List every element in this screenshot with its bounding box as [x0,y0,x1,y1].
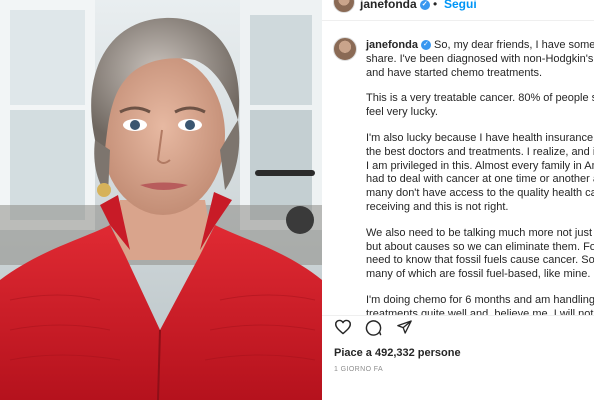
instagram-post: janefonda ✓ • Segui janefonda ✓ So, my dea… [0,0,594,400]
heart-icon[interactable] [334,319,352,335]
separator-dot: • [433,0,438,11]
caption-paragraph-5: I'm doing chemo for 6 months and am hand… [366,293,594,315]
likes-count[interactable]: Piace a 492,332 persone [334,347,461,359]
avatar[interactable] [333,0,355,13]
caption-paragraph-2: This is a very treatable cancer. 80% of … [366,92,594,119]
caption-paragraph-4: We also need to be talking much more not… [366,226,594,281]
verified-badge-icon: ✓ [419,0,430,10]
post-header: janefonda ✓ • Segui [322,0,594,21]
avatar[interactable] [333,37,357,61]
verified-badge-icon: ✓ [420,40,431,51]
comment-icon[interactable] [365,319,382,336]
share-icon[interactable] [396,319,413,335]
post-timestamp[interactable]: 1 GIORNO FA [334,366,383,373]
follow-button[interactable]: Segui [444,0,477,11]
post-actions: Piace a 492,332 persone 1 GIORNO FA [322,315,594,400]
header-username[interactable]: janefonda ✓ [360,0,430,11]
post-photo[interactable] [0,0,322,400]
caption-area: janefonda ✓ So, my dear friends, I have s… [322,20,594,315]
caption-paragraph-3: I'm also lucky because I have health ins… [366,131,594,213]
caption-paragraph: janefonda ✓ So, my dear friends, I have s… [366,39,594,80]
post-sidebar: janefonda ✓ • Segui janefonda ✓ So, my dea… [322,0,594,400]
username-text[interactable]: janefonda [360,0,417,11]
caption-text: janefonda ✓ So, my dear friends, I have s… [366,39,594,315]
portrait-image [0,0,322,400]
caption-username[interactable]: janefonda [366,39,418,51]
